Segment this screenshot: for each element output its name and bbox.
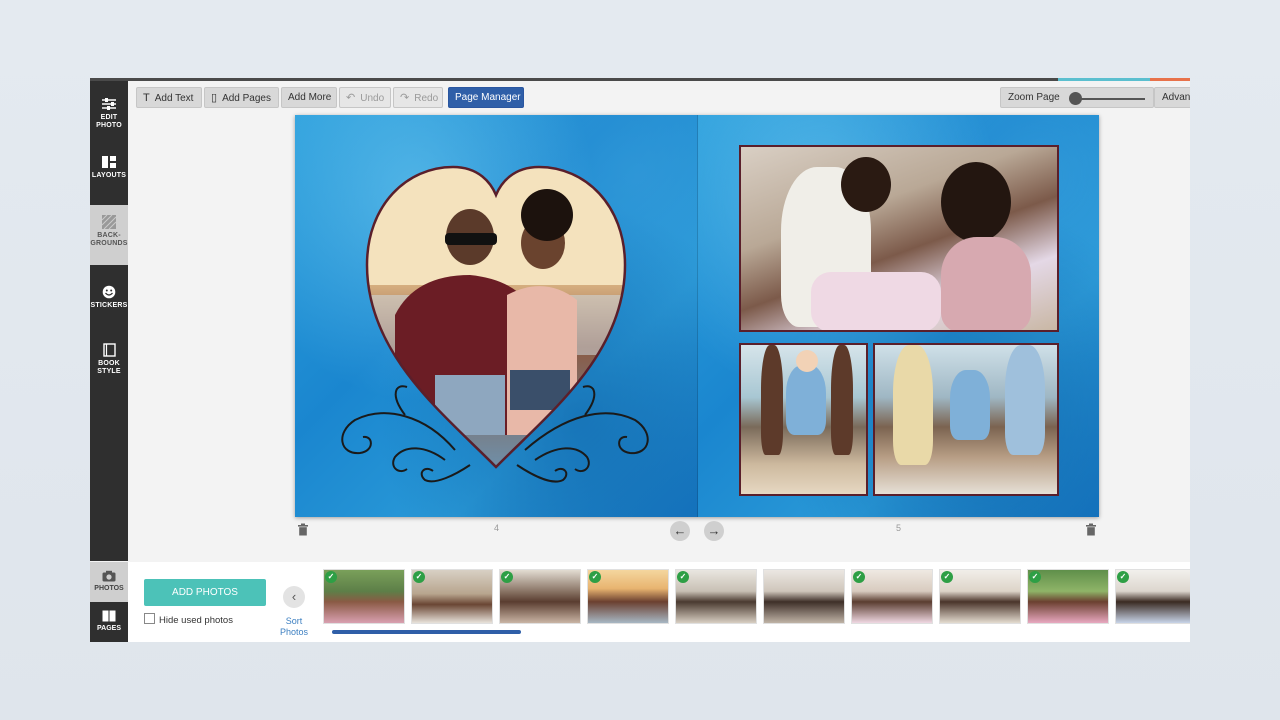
left-page[interactable]	[295, 115, 697, 517]
sort-photos-link[interactable]: Sort Photos	[276, 616, 312, 638]
sidebar-item-backgrounds[interactable]: BACK-GROUNDS	[90, 205, 128, 265]
sidebar-item-layouts[interactable]: LAYOUTS	[90, 145, 128, 201]
delete-left-page-icon[interactable]	[297, 523, 309, 536]
toddler-beach-photo[interactable]	[739, 343, 868, 496]
check-icon: ✓	[325, 571, 337, 583]
add-photos-button[interactable]: ADD PHOTOS	[144, 579, 266, 606]
scroll-thumbnails-left-button[interactable]: ‹	[283, 586, 305, 608]
thumbnail-scrollbar[interactable]	[332, 630, 521, 634]
check-icon: ✓	[677, 571, 689, 583]
arrow-left-icon: ←	[673, 523, 687, 538]
add-text-button[interactable]: T Add Text	[136, 87, 202, 108]
sliders-icon	[102, 98, 116, 110]
photo-thumbnail[interactable]: ✓	[411, 569, 493, 624]
hide-used-photos-checkbox[interactable]: Hide used photos	[144, 613, 233, 626]
zoom-slider-handle[interactable]	[1069, 92, 1082, 105]
photo-figure	[761, 345, 783, 455]
checkbox-icon[interactable]	[144, 613, 155, 624]
undo-button[interactable]: ↶ Undo	[339, 87, 391, 108]
photo-book-editor: EDIT PHOTO LAYOUTS BACK-GROUNDS STICKERS…	[90, 78, 1190, 642]
previous-page-button[interactable]: ←	[670, 521, 690, 541]
page-icon: ▯	[211, 92, 218, 104]
photo-figure	[941, 162, 1011, 242]
photo-thumbnail[interactable]	[763, 569, 845, 624]
redo-icon: ↷	[400, 92, 410, 104]
check-icon: ✓	[853, 571, 865, 583]
chevron-left-icon: ‹	[291, 589, 297, 604]
advanced-button[interactable]: Advan	[1154, 87, 1190, 108]
redo-button[interactable]: ↷ Redo	[393, 87, 443, 108]
page-manager-button[interactable]: Page Manager	[448, 87, 524, 108]
sidebar-item-label: STICKERS	[90, 302, 128, 309]
check-icon: ✓	[501, 571, 513, 583]
zoom-label: Zoom Page	[1008, 92, 1060, 103]
photo-figure	[841, 157, 891, 212]
photo-thumbnail[interactable]: ✓	[851, 569, 933, 624]
backgrounds-icon	[101, 215, 117, 229]
zoom-slider-track[interactable]	[1077, 98, 1145, 100]
photo-figure	[786, 365, 826, 435]
photo-thumbnail[interactable]: ✓	[323, 569, 405, 624]
photo-thumbnail-strip: ✓ ✓ ✓ ✓ ✓ ✓ ✓ ✓ ✓	[322, 569, 1190, 625]
photo-figure	[811, 272, 941, 330]
photo-figure	[796, 350, 818, 372]
photo-figure	[941, 237, 1031, 330]
top-accent-bar	[90, 78, 1190, 81]
photo-figure	[831, 345, 853, 455]
right-page-number: 5	[896, 523, 902, 533]
add-more-button[interactable]: Add More	[281, 87, 337, 108]
add-pages-button[interactable]: ▯ Add Pages	[204, 87, 279, 108]
smiley-icon	[102, 285, 116, 299]
sidebar-item-label: LAYOUTS	[91, 172, 127, 179]
layout-grid-icon	[102, 156, 116, 168]
tab-pages[interactable]: PAGES	[90, 602, 128, 642]
photo-figure	[893, 345, 933, 465]
family-walk-photo[interactable]	[873, 343, 1059, 496]
arrow-right-icon: →	[707, 523, 721, 538]
undo-icon: ↶	[346, 92, 356, 104]
heart-photo-frame[interactable]	[295, 115, 697, 517]
check-icon: ✓	[1117, 571, 1129, 583]
book-icon	[102, 610, 116, 622]
left-page-number: 4	[494, 523, 500, 533]
zoom-page-control: Zoom Page	[1000, 87, 1154, 108]
check-icon: ✓	[941, 571, 953, 583]
photo-figure	[1005, 345, 1045, 455]
mother-daughter-photo[interactable]	[739, 145, 1059, 332]
check-icon: ✓	[589, 571, 601, 583]
sidebar-item-book-style[interactable]: BOOK STYLE	[90, 333, 128, 389]
book-spread	[295, 115, 1099, 517]
accent-segment-teal	[1058, 78, 1150, 81]
photo-thumbnail[interactable]: ✓	[1027, 569, 1109, 624]
left-sidebar: EDIT PHOTO LAYOUTS BACK-GROUNDS STICKERS…	[90, 81, 128, 561]
delete-right-page-icon[interactable]	[1085, 523, 1097, 536]
photo-thumbnail[interactable]: ✓	[939, 569, 1021, 624]
accent-segment-orange	[1150, 78, 1190, 81]
photo-thumbnail[interactable]: ✓	[675, 569, 757, 624]
next-page-button[interactable]: →	[704, 521, 724, 541]
sidebar-item-stickers[interactable]: STICKERS	[90, 275, 128, 331]
text-icon: T	[143, 92, 150, 104]
photo-thumbnail[interactable]: ✓	[587, 569, 669, 624]
check-icon: ✓	[413, 571, 425, 583]
tab-label: PAGES	[97, 625, 121, 632]
check-icon: ✓	[1029, 571, 1041, 583]
right-page[interactable]	[697, 115, 1099, 517]
checkbox-label: Hide used photos	[159, 615, 233, 626]
photo-tray: PHOTOS PAGES ADD PHOTOS Hide used photos…	[90, 562, 1190, 642]
sidebar-item-edit-photo[interactable]: EDIT PHOTO	[90, 87, 128, 143]
photo-thumbnail[interactable]: ✓	[1115, 569, 1190, 624]
book-icon	[103, 343, 116, 357]
sidebar-item-label: EDIT PHOTO	[96, 114, 122, 129]
tab-photos[interactable]: PHOTOS	[90, 562, 128, 602]
tab-label: PHOTOS	[94, 585, 124, 592]
photo-figure	[950, 370, 990, 440]
camera-icon	[102, 570, 116, 582]
sidebar-item-label: BACK-GROUNDS	[90, 232, 128, 247]
photo-thumbnail[interactable]: ✓	[499, 569, 581, 624]
sidebar-item-label: BOOK STYLE	[97, 360, 121, 375]
